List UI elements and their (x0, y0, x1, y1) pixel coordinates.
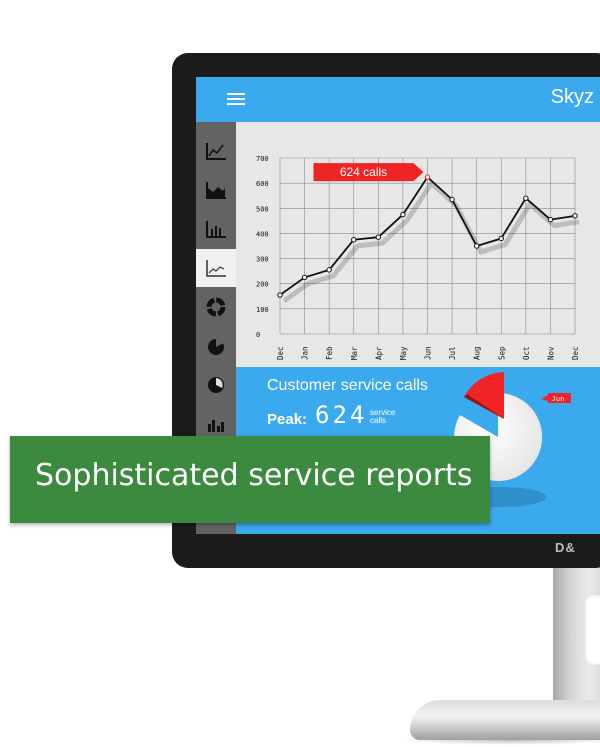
sidebar-item-pie-chart[interactable] (196, 327, 236, 365)
data-point (301, 274, 308, 281)
x-tick-label: May (399, 346, 408, 360)
data-point (351, 237, 357, 243)
sidebar-item-area-chart[interactable] (196, 171, 236, 209)
area-chart-icon (206, 182, 226, 199)
bar-chart-icon (206, 221, 226, 238)
x-tick-label: Sep (497, 346, 506, 360)
data-point (326, 267, 332, 273)
x-tick-label: Jan (301, 346, 310, 360)
x-tick-label: Dec (276, 346, 285, 360)
data-point (572, 213, 578, 219)
sidebar-item-line-chart[interactable] (196, 132, 236, 170)
y-tick-label: 300 (256, 256, 269, 264)
y-tick-label: 0 (256, 331, 260, 339)
sidebar-item-pie-chart-2[interactable] (196, 366, 236, 404)
sidebar-item-donut-chart[interactable] (196, 288, 236, 326)
menu-icon[interactable] (227, 93, 245, 105)
data-point (449, 196, 455, 203)
x-tick-label: Nov (546, 346, 555, 360)
data-point (375, 234, 382, 240)
x-tick-label: Aug (473, 346, 482, 360)
donut-chart-icon (206, 297, 226, 317)
y-tick-label: 700 (256, 155, 269, 163)
sidebar-item-line-chart-active[interactable] (196, 249, 236, 287)
line-chart-icon (206, 260, 226, 277)
line-chart-icon (206, 143, 226, 160)
pie-tag-label: Jun (552, 395, 565, 403)
y-tick-label: 500 (256, 205, 269, 213)
data-point (547, 216, 554, 223)
pie-chart-icon (208, 338, 224, 355)
data-point (424, 174, 431, 180)
x-tick-label: Jul (448, 346, 457, 360)
x-tick-label: Mar (350, 346, 359, 360)
data-point (498, 235, 504, 242)
monitor-stand-base (410, 700, 600, 740)
data-point (400, 211, 406, 218)
banner-text: Sophisticated service reports (35, 458, 473, 493)
y-tick-label: 400 (256, 230, 269, 238)
x-tick-label: Apr (374, 346, 383, 360)
x-tick-label: Feb (325, 346, 334, 360)
brand-name: Skyz (550, 86, 594, 108)
top-bar: Skyz (196, 77, 600, 122)
pie-tag: Jun (541, 393, 571, 403)
annotation-label: 624 calls (340, 165, 387, 179)
monitor-stand-cutout (583, 595, 600, 665)
y-tick-label: 600 (256, 180, 269, 188)
x-tick-label: Dec (571, 346, 580, 360)
y-tick-label: 100 (256, 306, 269, 314)
series-line-shadow (282, 180, 580, 304)
monitor-logo: D& (555, 540, 576, 555)
pie-slice-jun (464, 372, 504, 419)
data-point (523, 195, 529, 201)
bar-chart-icon (208, 420, 224, 432)
x-tick-label: Jun (424, 346, 433, 360)
x-tick-label: Oct (522, 346, 531, 360)
line-chart-svg: 0 100 200 300 400 500 600 700 Dec Jan Feb Mar Apr May… (256, 155, 580, 360)
pie-chart-icon (208, 377, 224, 393)
y-tick-label: 200 (256, 281, 269, 289)
line-chart: 0 100 200 300 400 500 600 700 Dec Jan Feb Mar Apr May… (236, 122, 600, 367)
promo-banner: Sophisticated service reports (10, 436, 490, 523)
sidebar-item-bar-chart[interactable] (196, 210, 236, 248)
data-point (473, 243, 480, 249)
data-point (277, 292, 283, 298)
